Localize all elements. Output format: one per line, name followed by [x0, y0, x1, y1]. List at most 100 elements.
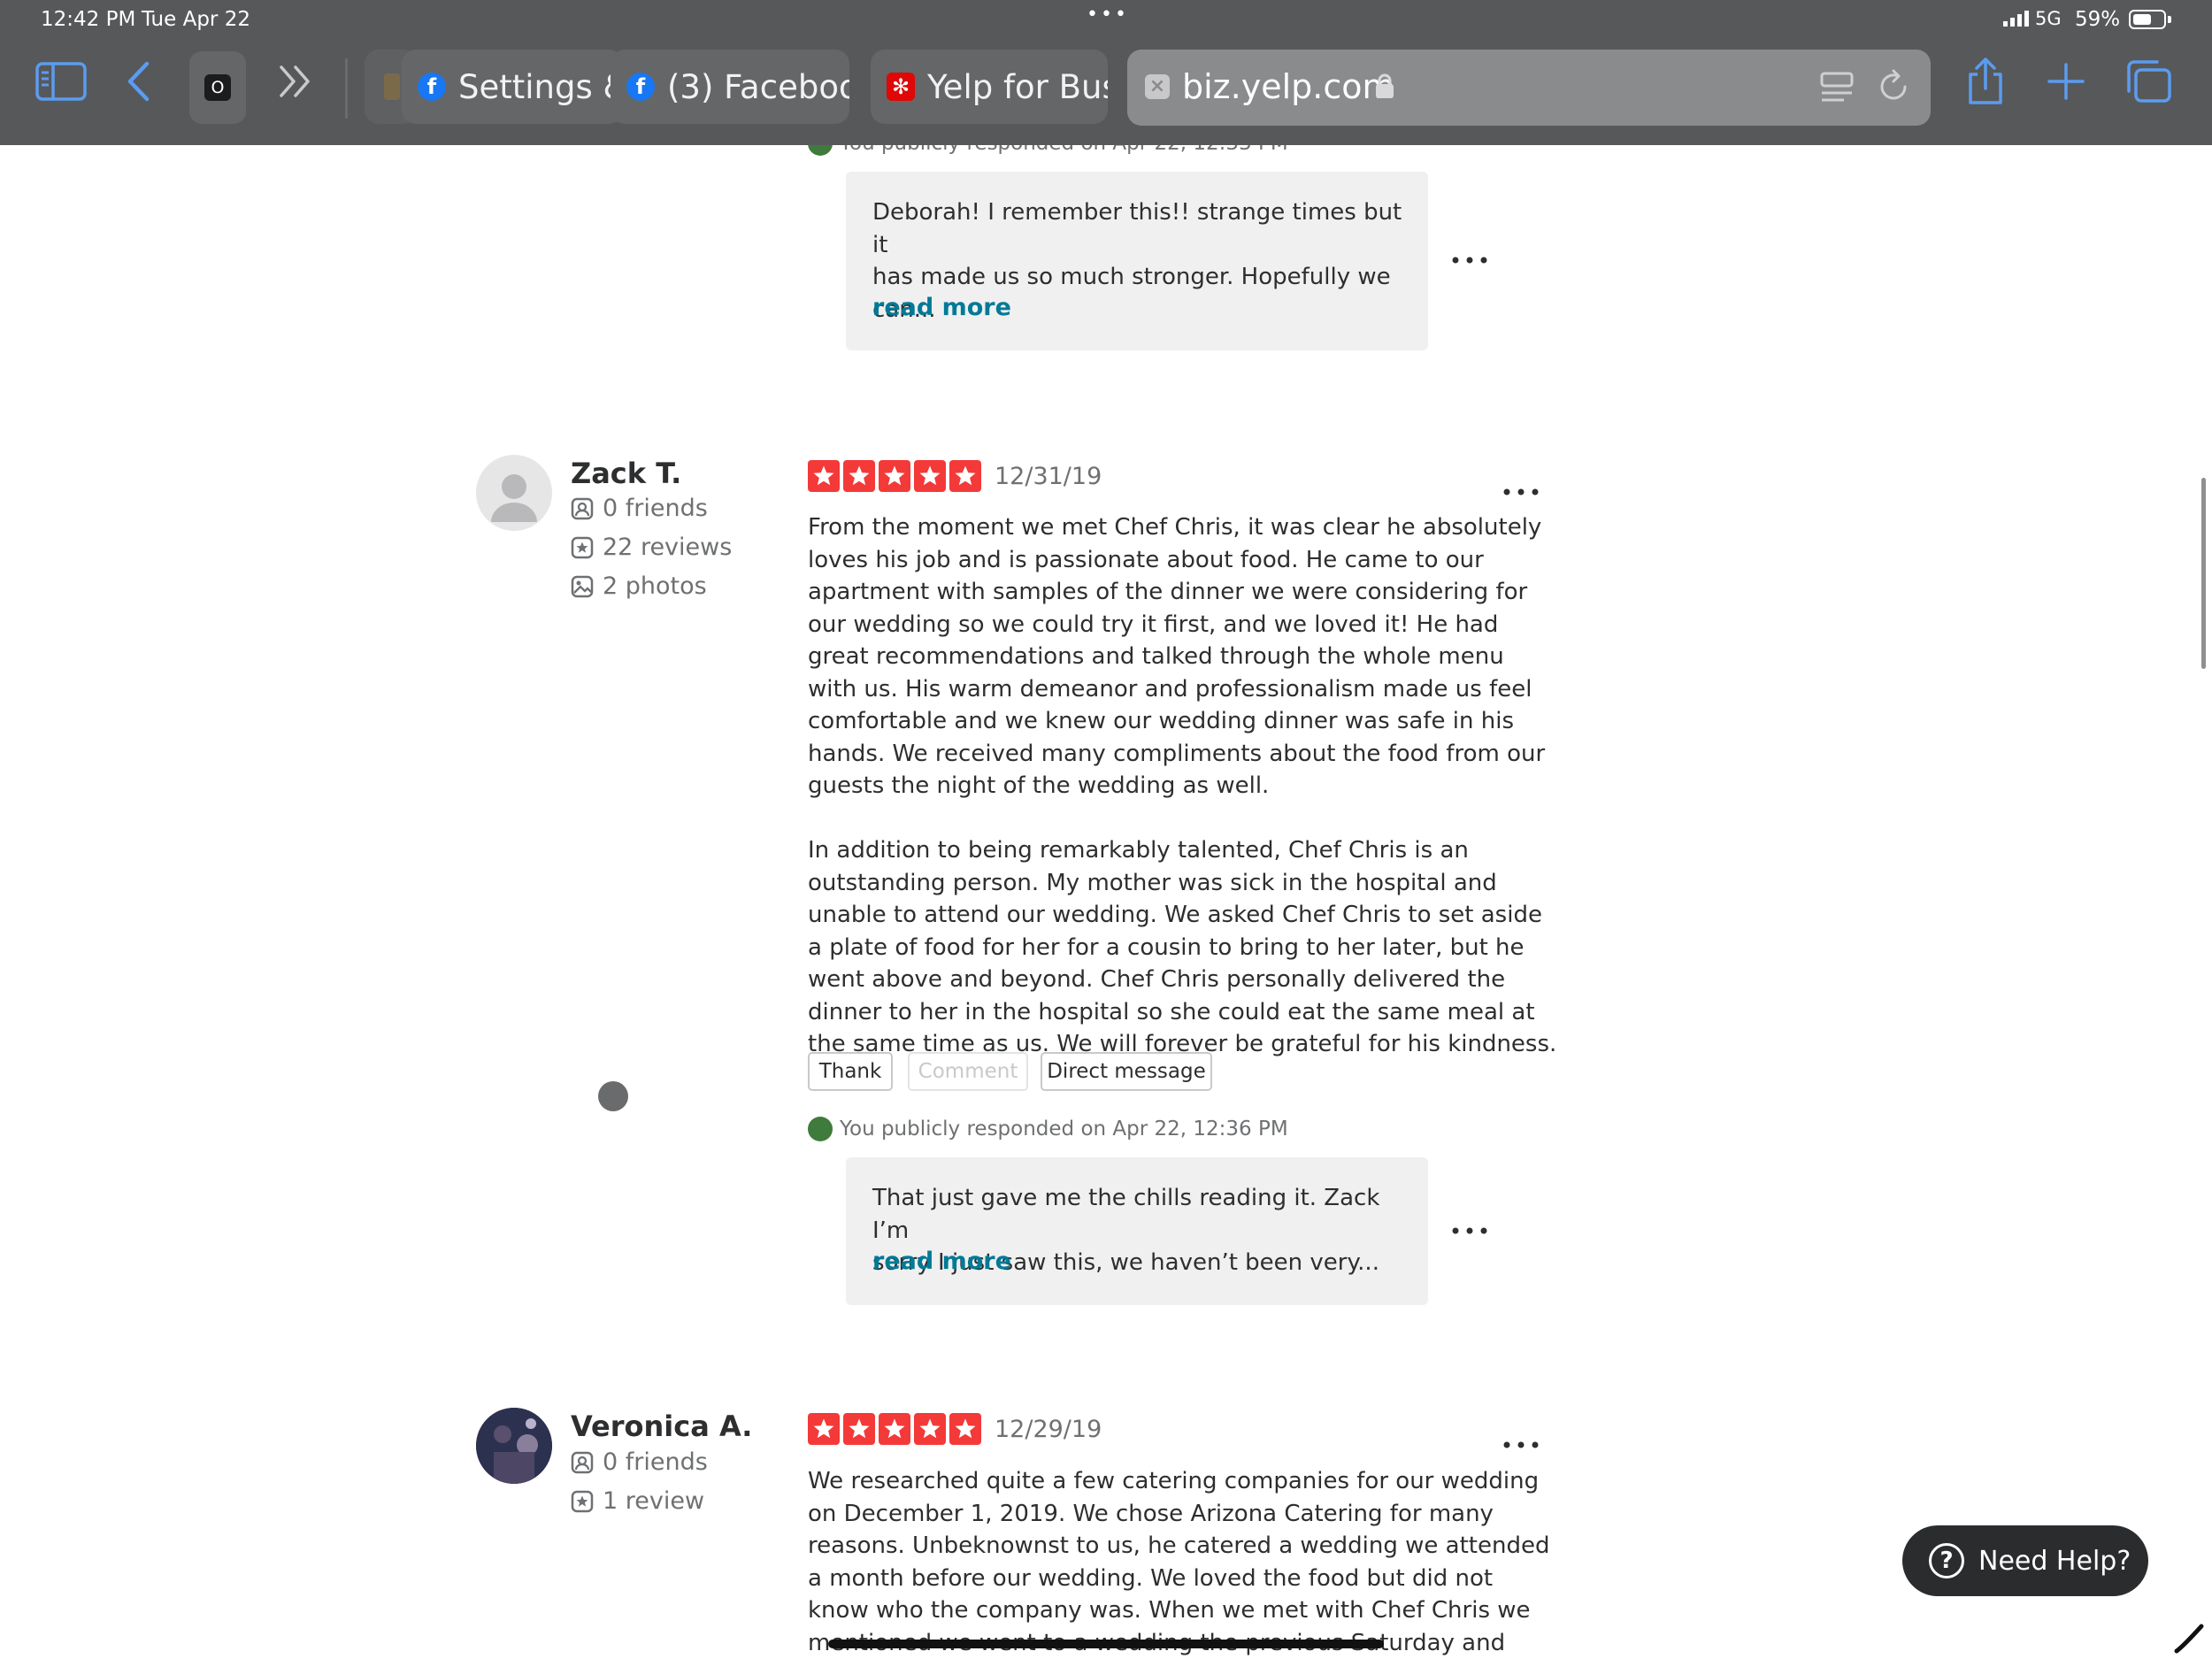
question-icon: ?: [1929, 1543, 1964, 1578]
tab-group-label: O: [204, 74, 231, 101]
reviews-count: 22 reviews: [571, 534, 732, 561]
address-bar[interactable]: × biz.yelp.com: [1127, 50, 1931, 126]
photos-label: 2 photos: [603, 572, 707, 600]
need-help-label: Need Help?: [1978, 1545, 2131, 1577]
tab-label: Yelp for Busi: [927, 67, 1108, 106]
network-type: 5G: [2035, 8, 2062, 29]
tab-facebook-settings[interactable]: f Settings &: [402, 50, 623, 124]
thank-button[interactable]: Thank: [808, 1052, 893, 1091]
back-button[interactable]: [120, 57, 156, 106]
assistive-touch-dot[interactable]: [598, 1081, 628, 1111]
read-more-link[interactable]: read more: [872, 1248, 1011, 1275]
star-icon: [879, 460, 910, 492]
need-help-button[interactable]: ? Need Help?: [1902, 1525, 2148, 1596]
review-paragraph: From the moment we met Chef Chris, it wa…: [808, 514, 1546, 799]
sidebar-toggle-button[interactable]: [34, 57, 88, 106]
reviews-count: 1 review: [571, 1487, 704, 1515]
friends-icon: [571, 497, 594, 519]
battery-percentage: 59%: [2075, 8, 2121, 31]
star-icon: [879, 1413, 910, 1445]
cellular-signal-icon: [2003, 11, 2029, 27]
more-horizontal-icon: [1503, 488, 1539, 495]
response-line: Deborah! I remember this!! strange times…: [872, 199, 1402, 258]
tab-label: (3) Faceboo: [667, 67, 849, 106]
review-date: 12/29/19: [995, 1416, 1102, 1443]
response-line: That just gave me the chills reading it.…: [872, 1185, 1380, 1244]
yelp-icon: ✻: [887, 73, 915, 101]
tab-yelp-for-business[interactable]: ✻ Yelp for Busi: [871, 50, 1108, 124]
photo-icon: [571, 575, 594, 597]
friends-icon: [571, 1451, 594, 1473]
star-icon: [808, 460, 840, 492]
pencil-icon[interactable]: [2171, 1619, 2207, 1655]
reviewer-name[interactable]: Zack T.: [571, 457, 681, 490]
status-bar: 12:42 PM Tue Apr 22 ••• 5G 59%: [0, 0, 2212, 39]
new-tab-button[interactable]: [2040, 57, 2092, 106]
lock-icon: [1376, 73, 1394, 98]
star-icon: [843, 1413, 875, 1445]
tabs-overview-icon: [2127, 60, 2171, 103]
read-more-link[interactable]: read more: [872, 294, 1011, 321]
home-indicator[interactable]: [828, 1640, 1384, 1648]
address-url: biz.yelp.com: [1182, 67, 1395, 106]
plus-icon: [2047, 63, 2085, 100]
star-icon: [914, 460, 946, 492]
tab-group-button[interactable]: O: [189, 51, 246, 124]
book-icon: [384, 73, 400, 100]
review-paragraph: We researched quite a few catering compa…: [808, 1468, 1550, 1656]
tab-facebook[interactable]: f (3) Faceboo: [611, 50, 849, 124]
scroll-indicator[interactable]: [2201, 478, 2206, 669]
multitasking-dots-icon[interactable]: •••: [1087, 4, 1129, 26]
comment-button[interactable]: Comment: [908, 1052, 1028, 1091]
toolbar-divider: [345, 58, 348, 119]
chevron-left-icon: [127, 61, 150, 102]
status-date: Tue Apr 22: [142, 8, 250, 31]
reviewer-name[interactable]: Veronica A.: [571, 1409, 752, 1443]
response-box: Deborah! I remember this!! strange times…: [846, 172, 1428, 350]
share-button[interactable]: [1961, 57, 2010, 106]
double-chevron-right-icon: [280, 65, 310, 97]
battery-nub: [2168, 16, 2171, 23]
default-user-icon: [491, 474, 537, 522]
photos-count: 2 photos: [571, 572, 707, 600]
review-star-icon: [571, 536, 594, 558]
star-rating: [808, 1413, 985, 1445]
response-line: has made us so much stronger. Hopefully …: [872, 264, 1391, 290]
user-photo: [476, 1408, 552, 1484]
review-options-button[interactable]: [1502, 1422, 1540, 1457]
share-icon: [1969, 58, 2002, 104]
status-time: 12:42 PM: [41, 8, 136, 31]
tabs-overview-button[interactable]: [2122, 57, 2177, 106]
responded-label: You publicly responded on Apr 22, 12:36 …: [808, 1117, 1288, 1141]
star-icon: [914, 1413, 946, 1445]
more-horizontal-icon: [1503, 1441, 1539, 1448]
more-horizontal-icon: [1452, 1227, 1487, 1234]
friends-count: 0 friends: [571, 495, 708, 522]
review-options-button[interactable]: [1502, 469, 1540, 504]
avatar[interactable]: [476, 455, 552, 531]
avatar[interactable]: [476, 1408, 552, 1484]
response-options-button[interactable]: [1451, 237, 1488, 273]
tab-label: Settings &: [458, 67, 623, 106]
review-date: 12/31/19: [995, 463, 1102, 490]
friends-label: 0 friends: [603, 495, 708, 522]
friends-count: 0 friends: [571, 1448, 708, 1476]
battery-icon: [2129, 10, 2166, 29]
star-rating: [808, 460, 985, 492]
close-tab-icon[interactable]: ×: [1145, 74, 1170, 99]
facebook-icon: f: [626, 73, 655, 101]
reload-icon[interactable]: [1876, 69, 1911, 104]
star-icon: [949, 460, 981, 492]
star-icon: [949, 1413, 981, 1445]
reader-mode-icon[interactable]: [1819, 69, 1855, 104]
star-icon: [843, 460, 875, 492]
browser-chrome: 12:42 PM Tue Apr 22 ••• 5G 59% O f Setti…: [0, 0, 2212, 145]
review-text: From the moment we met Chef Chris, it wa…: [808, 511, 1560, 1061]
direct-message-button[interactable]: Direct message: [1041, 1052, 1212, 1091]
response-options-button[interactable]: [1451, 1208, 1488, 1243]
more-tabs-button[interactable]: [273, 57, 319, 106]
business-avatar: [808, 1117, 833, 1141]
review-text: We researched quite a few catering compa…: [808, 1465, 1560, 1659]
reviews-label: 22 reviews: [603, 534, 733, 561]
sidebar-icon: [35, 62, 87, 101]
